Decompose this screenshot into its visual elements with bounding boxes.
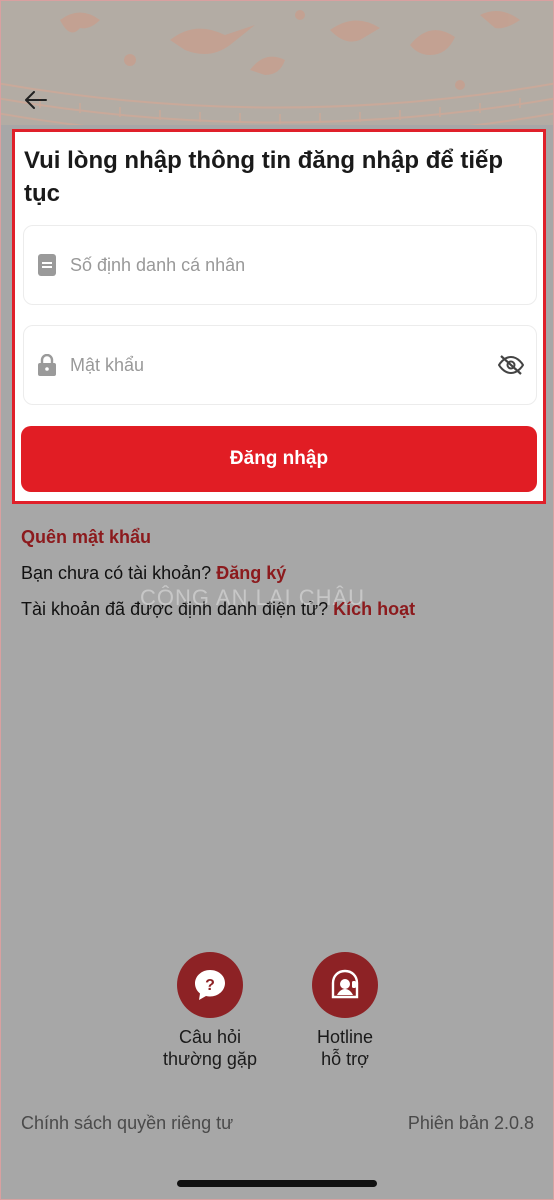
activate-link[interactable]: Kích hoạt — [333, 599, 415, 619]
svg-text:?: ? — [205, 977, 215, 994]
question-bubble-icon: ? — [195, 970, 225, 1000]
drum-pattern-banner — [0, 0, 554, 125]
id-number-input[interactable] — [70, 226, 470, 304]
version-text: Phiên bản 2.0.8 — [407, 1113, 534, 1133]
lock-icon — [38, 354, 56, 376]
privacy-policy-link[interactable]: Chính sách quyền riêng tư — [21, 1113, 233, 1134]
identified-account-text: Tài khoản đã được định danh điện tử? — [21, 599, 329, 619]
faq-circle[interactable]: ? — [177, 952, 243, 1018]
back-button[interactable] — [22, 86, 50, 114]
account-links: Quên mật khẩu Bạn chưa có tài khoản? Đăn… — [21, 525, 415, 633]
home-indicator — [177, 1180, 377, 1187]
page-title: Vui lòng nhập thông tin đăng nhập để tiế… — [24, 147, 504, 207]
login-button[interactable]: Đăng nhập — [21, 426, 537, 492]
hotline-label: Hotline hỗ trợ — [316, 1027, 374, 1069]
forgot-password-link[interactable]: Quên mật khẩu — [21, 527, 151, 547]
faq-label: Câu hỏi thường gặp — [163, 1027, 257, 1069]
password-field[interactable] — [23, 325, 537, 405]
arrow-left-icon — [25, 91, 47, 109]
eye-off-icon[interactable] — [498, 355, 524, 375]
drum-pattern-graphic — [0, 10, 554, 125]
register-link[interactable]: Đăng ký — [216, 563, 286, 583]
id-number-field[interactable] — [23, 225, 537, 305]
no-account-text: Bạn chưa có tài khoản? — [21, 563, 212, 583]
id-card-icon — [38, 254, 56, 276]
hotline-button[interactable]: Hotline hỗ trợ — [270, 952, 420, 1070]
hotline-circle[interactable] — [312, 952, 378, 1018]
password-input[interactable] — [70, 326, 470, 404]
login-form: Vui lòng nhập thông tin đăng nhập để tiế… — [12, 129, 546, 504]
faq-button[interactable]: ? Câu hỏi thường gặp — [135, 952, 285, 1070]
headset-agent-icon — [331, 969, 359, 999]
